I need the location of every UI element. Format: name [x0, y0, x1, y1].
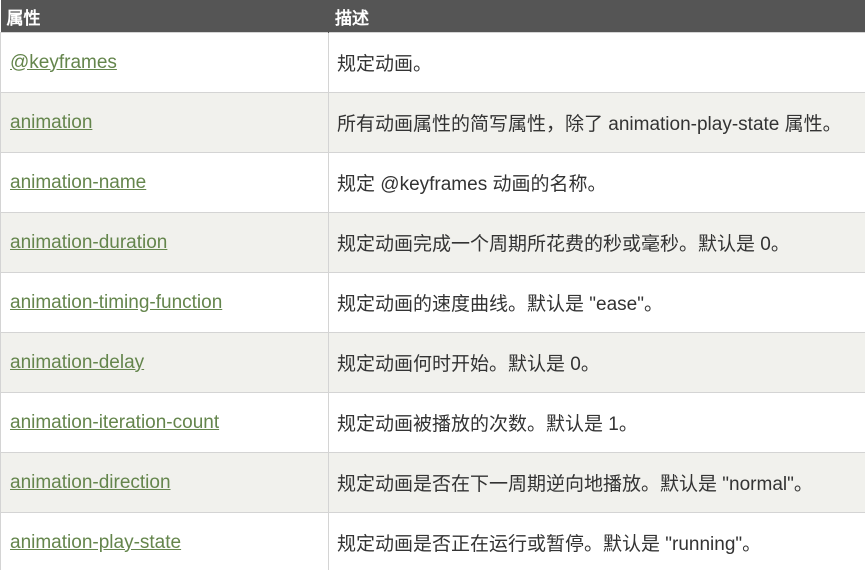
property-cell: animation — [0, 92, 329, 153]
property-link-animation-iteration-count[interactable]: animation-iteration-count — [10, 412, 219, 433]
table-row: @keyframes 规定动画。 — [0, 32, 865, 93]
property-cell: @keyframes — [0, 32, 329, 93]
property-link-animation-delay[interactable]: animation-delay — [10, 352, 144, 373]
description-cell: 规定动画是否在下一周期逆向地播放。默认是 "normal"。 — [328, 452, 865, 513]
description-cell: 规定动画完成一个周期所花费的秒或毫秒。默认是 0。 — [328, 212, 865, 273]
property-cell: animation-play-state — [0, 512, 329, 570]
table-row: animation 所有动画属性的简写属性，除了 animation-play-… — [0, 92, 865, 153]
description-cell: 规定动画是否正在运行或暂停。默认是 "running"。 — [328, 512, 865, 570]
table-row: animation-duration 规定动画完成一个周期所花费的秒或毫秒。默认… — [0, 212, 865, 273]
property-link-animation-name[interactable]: animation-name — [10, 172, 146, 193]
table-row: animation-direction 规定动画是否在下一周期逆向地播放。默认是… — [0, 452, 865, 513]
table-row: animation-delay 规定动画何时开始。默认是 0。 — [0, 332, 865, 393]
property-link-keyframes[interactable]: @keyframes — [10, 52, 117, 73]
css-animation-properties-table: 属性 描述 @keyframes 规定动画。 animation 所有动画属性的… — [0, 0, 865, 570]
description-cell: 规定动画。 — [328, 32, 865, 93]
table-row: animation-play-state 规定动画是否正在运行或暂停。默认是 "… — [0, 512, 865, 570]
property-cell: animation-timing-function — [0, 272, 329, 333]
property-cell: animation-name — [0, 152, 329, 213]
table-header-row: 属性 描述 — [0, 0, 865, 33]
property-link-animation-duration[interactable]: animation-duration — [10, 232, 167, 253]
property-cell: animation-direction — [0, 452, 329, 513]
description-cell: 规定 @keyframes 动画的名称。 — [328, 152, 865, 213]
header-property: 属性 — [0, 0, 329, 33]
property-cell: animation-delay — [0, 332, 329, 393]
property-link-animation[interactable]: animation — [10, 112, 92, 133]
table-row: animation-timing-function 规定动画的速度曲线。默认是 … — [0, 272, 865, 333]
table-row: animation-name 规定 @keyframes 动画的名称。 — [0, 152, 865, 213]
header-description: 描述 — [328, 0, 865, 33]
property-cell: animation-duration — [0, 212, 329, 273]
table-row: animation-iteration-count 规定动画被播放的次数。默认是… — [0, 392, 865, 453]
description-cell: 规定动画被播放的次数。默认是 1。 — [328, 392, 865, 453]
description-cell: 规定动画何时开始。默认是 0。 — [328, 332, 865, 393]
description-cell: 规定动画的速度曲线。默认是 "ease"。 — [328, 272, 865, 333]
description-cell: 所有动画属性的简写属性，除了 animation-play-state 属性。 — [328, 92, 865, 153]
property-cell: animation-iteration-count — [0, 392, 329, 453]
property-link-animation-direction[interactable]: animation-direction — [10, 472, 171, 493]
property-link-animation-play-state[interactable]: animation-play-state — [10, 532, 181, 553]
property-link-animation-timing-function[interactable]: animation-timing-function — [10, 292, 222, 313]
